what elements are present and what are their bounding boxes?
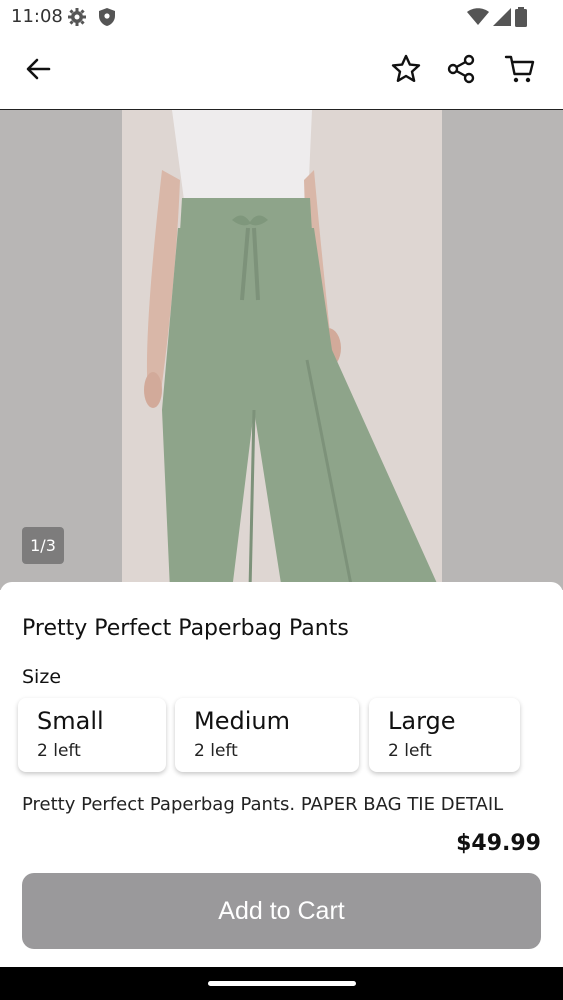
wifi-icon [467, 8, 489, 30]
size-option-large[interactable]: Large 2 left [369, 698, 520, 772]
size-option-small[interactable]: Small 2 left [18, 698, 166, 772]
image-counter: 1/3 [22, 527, 64, 564]
size-stock: 2 left [37, 741, 81, 761]
size-label: Size [22, 666, 62, 688]
product-photo [122, 110, 442, 590]
shield-icon [97, 7, 117, 27]
status-time: 11:08 [11, 6, 63, 27]
app-bar [0, 34, 563, 110]
product-price: $49.99 [456, 831, 541, 856]
star-icon [390, 53, 422, 89]
product-description: Pretty Perfect Paperbag Pants. PAPER BAG… [22, 794, 504, 815]
signal-icon [493, 8, 511, 30]
size-stock: 2 left [388, 741, 432, 761]
back-arrow-icon [25, 56, 51, 86]
cart-icon [504, 53, 536, 89]
share-button[interactable] [439, 49, 483, 93]
home-indicator[interactable] [208, 981, 356, 986]
size-stock: 2 left [194, 741, 238, 761]
status-bar: 11:08 [0, 0, 563, 34]
share-icon [446, 54, 476, 88]
product-title: Pretty Perfect Paperbag Pants [22, 616, 349, 641]
add-to-cart-button[interactable]: Add to Cart [22, 873, 541, 949]
product-image[interactable]: 1/3 [0, 110, 563, 590]
cart-button[interactable] [498, 49, 542, 93]
status-indicators [467, 7, 527, 31]
back-button[interactable] [16, 49, 60, 93]
size-name: Medium [194, 707, 290, 735]
battery-icon [515, 7, 527, 31]
product-details-sheet: Pretty Perfect Paperbag Pants Size Small… [0, 582, 563, 967]
size-name: Large [388, 707, 456, 735]
size-name: Small [37, 707, 104, 735]
gear-icon [67, 7, 87, 27]
favorite-button[interactable] [384, 49, 428, 93]
pants-illustration [144, 110, 440, 590]
navigation-bar [0, 967, 563, 1000]
size-option-medium[interactable]: Medium 2 left [175, 698, 359, 772]
